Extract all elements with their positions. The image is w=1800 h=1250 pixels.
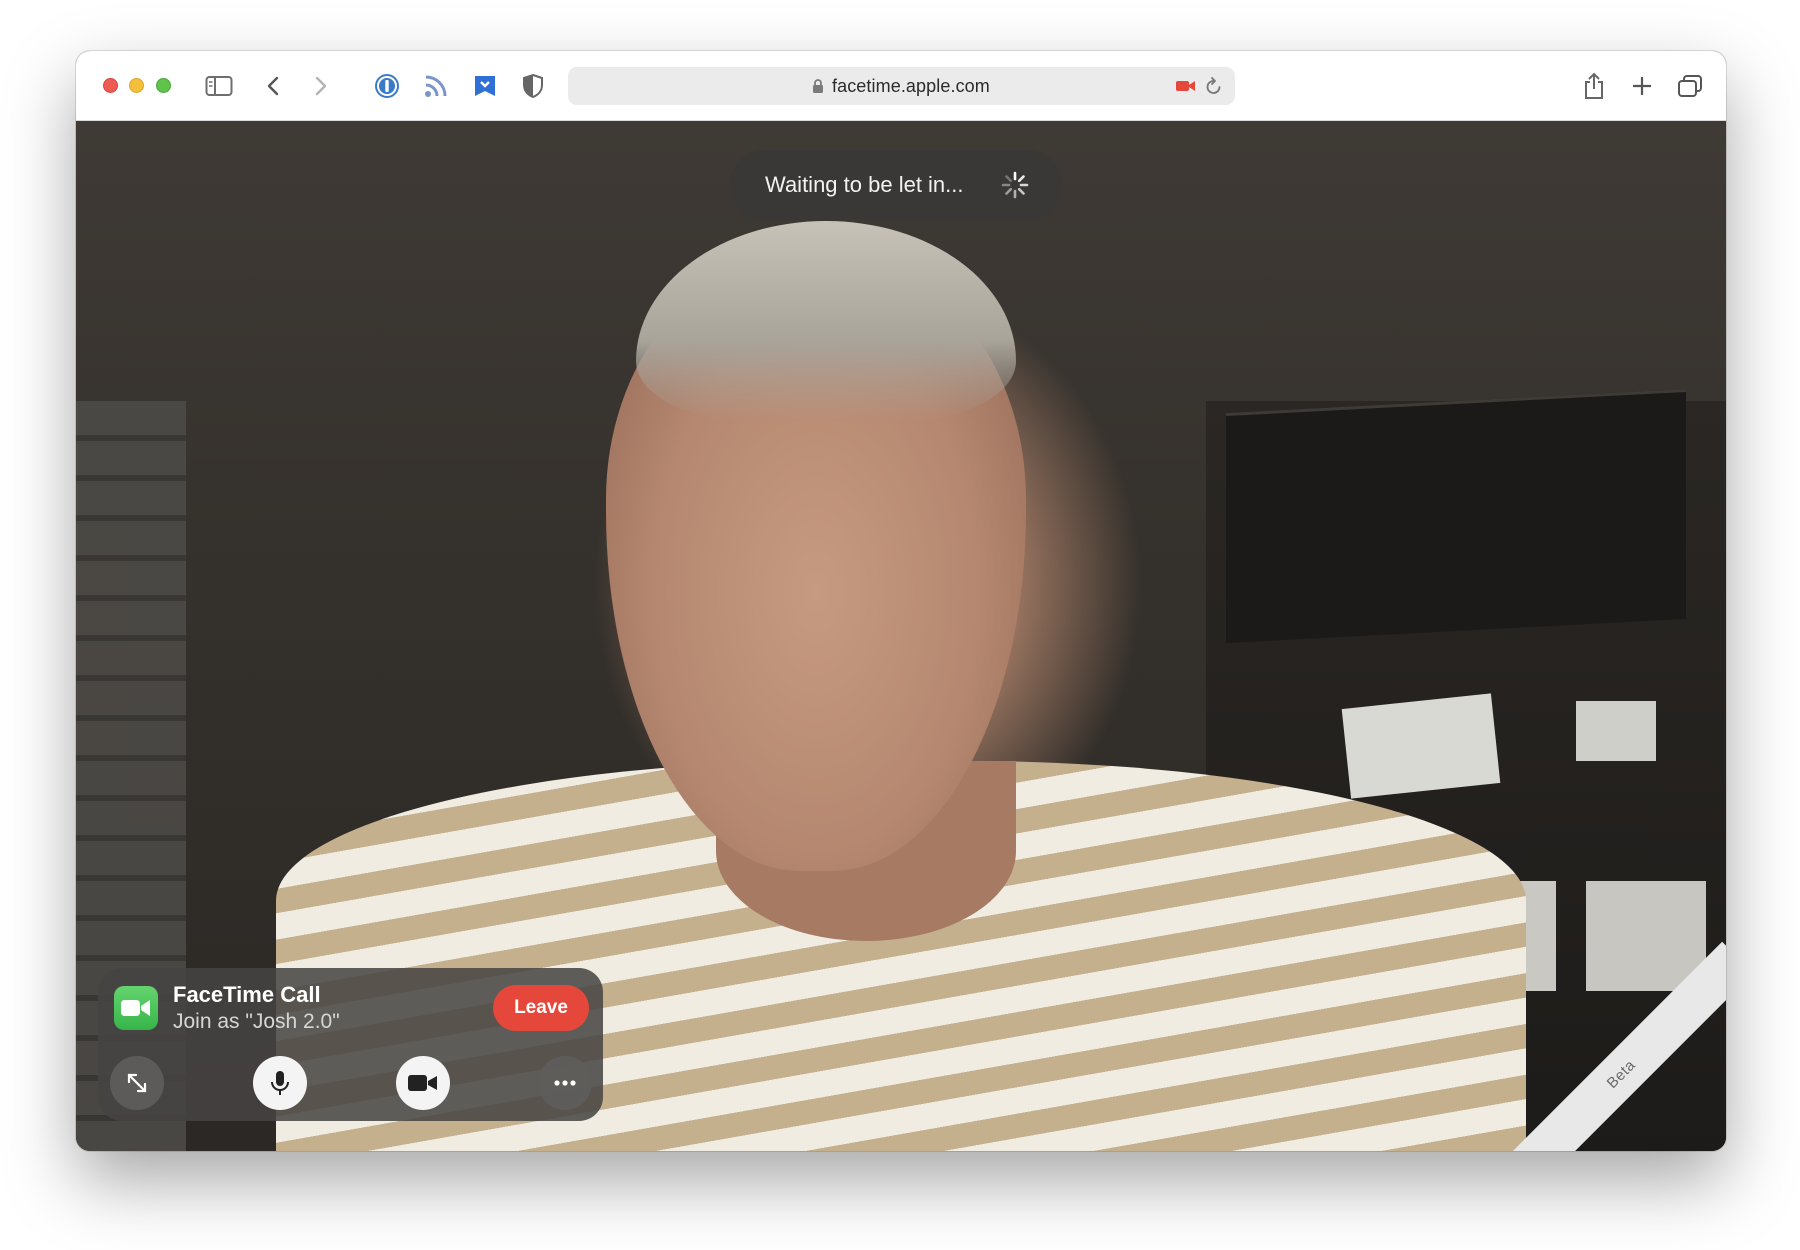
call-control-panel: FaceTime Call Join as "Josh 2.0" Leave — [98, 968, 603, 1121]
reload-icon[interactable] — [1205, 76, 1223, 96]
minimize-window-button[interactable] — [129, 78, 144, 93]
bookmark-shield-icon[interactable] — [470, 71, 500, 101]
fullscreen-button[interactable] — [110, 1056, 164, 1110]
browser-window: facetime.apple.com Waiting to be let in.… — [76, 51, 1726, 1151]
call-title: FaceTime Call — [173, 982, 321, 1007]
background-bin — [1226, 388, 1686, 644]
microphone-icon — [271, 1071, 289, 1095]
more-icon — [554, 1080, 576, 1086]
address-bar[interactable]: facetime.apple.com — [568, 67, 1235, 105]
background-box — [1341, 693, 1501, 799]
background-box — [1576, 701, 1656, 761]
lock-icon — [813, 79, 823, 93]
microphone-button[interactable] — [253, 1056, 307, 1110]
browser-toolbar: facetime.apple.com — [76, 51, 1726, 121]
camera-preview: Waiting to be let in... Beta FaceTime Ca… — [76, 121, 1726, 1151]
join-as-name: Join as "Josh 2.0" — [173, 1010, 340, 1033]
video-camera-icon — [408, 1075, 437, 1091]
address-url: facetime.apple.com — [832, 76, 990, 96]
back-icon[interactable] — [258, 71, 288, 101]
person-hair — [636, 221, 1016, 421]
facetime-app-icon — [114, 986, 158, 1030]
leave-button[interactable]: Leave — [493, 985, 589, 1031]
maximize-window-button[interactable] — [156, 78, 171, 93]
fullscreen-icon — [127, 1073, 147, 1093]
close-window-button[interactable] — [103, 78, 118, 93]
rss-icon[interactable] — [421, 71, 451, 101]
new-tab-icon[interactable] — [1627, 71, 1657, 101]
share-icon[interactable] — [1579, 71, 1609, 101]
privacy-shield-icon[interactable] — [518, 71, 548, 101]
loading-spinner-icon — [1001, 171, 1029, 199]
more-options-button[interactable] — [538, 1056, 592, 1110]
video-camera-button[interactable] — [396, 1056, 450, 1110]
forward-icon[interactable] — [306, 71, 336, 101]
sidebar-icon[interactable] — [204, 71, 234, 101]
camera-recording-icon[interactable] — [1176, 79, 1196, 93]
1password-icon[interactable] — [372, 71, 402, 101]
waiting-text: Waiting to be let in... — [765, 172, 964, 197]
tabs-overview-icon[interactable] — [1675, 71, 1705, 101]
waiting-status-pill: Waiting to be let in... — [730, 150, 1062, 220]
